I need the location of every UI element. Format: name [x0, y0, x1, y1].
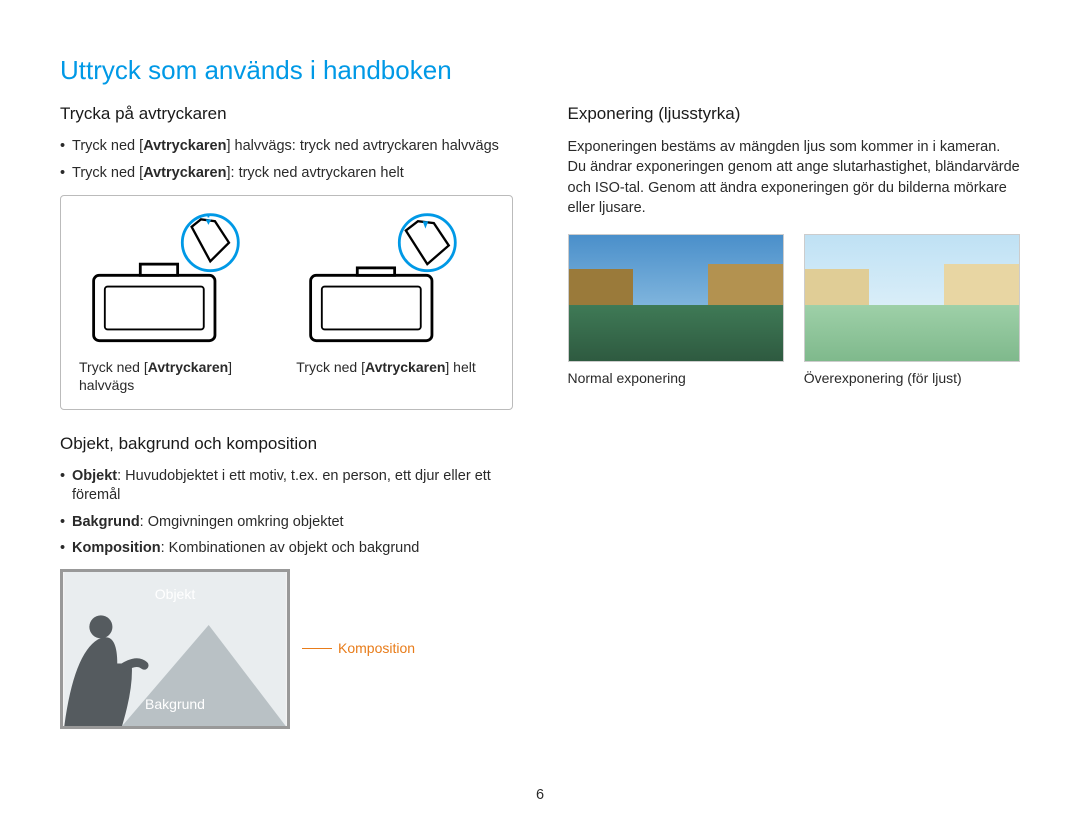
text-fragment: : Kombinationen av objekt och bakgrund: [161, 540, 420, 556]
exposure-photo-row: Normal exponering Överexponering (för lj…: [568, 234, 1021, 386]
right-column: Exponering (ljusstyrka) Exponeringen bes…: [568, 104, 1021, 753]
caption-overexposed: Överexponering (för ljust): [804, 370, 1020, 386]
page-number: 6: [536, 787, 544, 803]
label-composition-wrap: Komposition: [302, 640, 415, 658]
composition-bullet-object: Objekt: Huvudobjektet i ett motiv, t.ex.…: [60, 467, 513, 506]
photo-normal: [568, 234, 784, 362]
text-fragment: Tryck ned [: [79, 359, 148, 375]
left-column: Trycka på avtryckaren Tryck ned [Avtryck…: [60, 104, 513, 753]
text-fragment: : Huvudobjektet i ett motiv, t.ex. en pe…: [72, 468, 491, 504]
page-title: Uttryck som används i handboken: [60, 55, 1020, 86]
shutter-figure-halfway: Tryck ned [Avtryckaren] halvvägs: [79, 210, 276, 394]
leader-line-icon: [302, 648, 332, 649]
photo-normal-block: Normal exponering: [568, 234, 784, 386]
shutter-bullet-full: Tryck ned [Avtryckaren]: tryck ned avtry…: [60, 164, 513, 184]
text-fragment: Tryck ned [: [296, 359, 365, 375]
label-subject: Objekt: [155, 586, 195, 602]
shutter-fig2-caption: Tryck ned [Avtryckaren] helt: [296, 358, 493, 376]
camera-halfpress-icon: [79, 210, 276, 350]
shutter-bullet-halfway: Tryck ned [Avtryckaren] halvvägs: tryck …: [60, 137, 513, 157]
composition-bullet-composition: Komposition: Kombinationen av objekt och…: [60, 539, 513, 559]
text-fragment-bold: Avtryckaren: [148, 359, 228, 375]
text-fragment: ]: tryck ned avtryckaren helt: [226, 165, 403, 181]
text-fragment-bold: Avtryckaren: [365, 359, 445, 375]
label-composition: Komposition: [338, 640, 415, 656]
exposure-paragraph: Exponeringen bestäms av mängden ljus som…: [568, 137, 1021, 218]
text-fragment-bold: Bakgrund: [72, 514, 140, 530]
label-background: Bakgrund: [145, 696, 205, 712]
section-exposure: Exponering (ljusstyrka) Exponeringen bes…: [568, 104, 1021, 386]
section-composition: Objekt, bakgrund och komposition Objekt:…: [60, 434, 513, 729]
text-fragment: Tryck ned [: [72, 165, 143, 181]
text-fragment-bold: Komposition: [72, 540, 161, 556]
composition-heading: Objekt, bakgrund och komposition: [60, 434, 513, 454]
caption-normal: Normal exponering: [568, 370, 784, 386]
camera-fullpress-icon: [296, 210, 493, 350]
text-fragment-bold: Avtryckaren: [143, 138, 226, 154]
text-fragment: : Omgivningen omkring objektet: [140, 514, 344, 530]
text-fragment: Tryck ned [: [72, 138, 143, 154]
photo-overexposed: [804, 234, 1020, 362]
composition-bullet-background: Bakgrund: Omgivningen omkring objektet: [60, 513, 513, 533]
text-fragment-bold: Objekt: [72, 468, 117, 484]
composition-figure-wrap: Objekt Bakgrund Komposition: [60, 569, 513, 729]
shutter-fig1-caption: Tryck ned [Avtryckaren] halvvägs: [79, 358, 276, 394]
section-shutter: Trycka på avtryckaren Tryck ned [Avtryck…: [60, 104, 513, 410]
exposure-heading: Exponering (ljusstyrka): [568, 104, 1021, 124]
shutter-figure-box: Tryck ned [Avtryckaren] halvvägs Tryck n…: [60, 195, 513, 409]
shutter-figure-full: Tryck ned [Avtryckaren] helt: [296, 210, 493, 394]
two-column-layout: Trycka på avtryckaren Tryck ned [Avtryck…: [60, 104, 1020, 753]
photo-over-block: Överexponering (för ljust): [804, 234, 1020, 386]
text-fragment-bold: Avtryckaren: [143, 165, 226, 181]
shutter-heading: Trycka på avtryckaren: [60, 104, 513, 124]
text-fragment: ] halvvägs: tryck ned avtryckaren halvvä…: [226, 138, 498, 154]
text-fragment: ] helt: [445, 359, 475, 375]
composition-figure: Objekt Bakgrund: [60, 569, 290, 729]
